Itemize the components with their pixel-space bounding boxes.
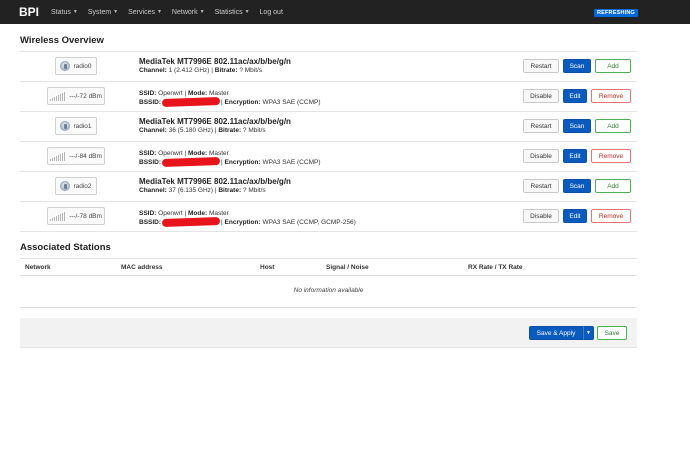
signal-bars-icon [50, 211, 66, 221]
scan-button[interactable]: Scan [563, 179, 591, 193]
radio-channel-line: Channel: 1 (2.412 GHz) | Bitrate: ? Mbit… [139, 67, 263, 74]
radio-row-radio0: radio0 MediaTek MT7996E 802.11ac/ax/b/be… [20, 52, 637, 82]
network-info: SSID: Openwrt | Mode: Master BSSID: | Enc… [139, 149, 321, 168]
add-button[interactable]: Add [595, 119, 631, 133]
wifi-radio-icon [60, 61, 71, 71]
bssid-line: BSSID: | Encryption: WPA3 SAE (CCMP, GCMP… [139, 217, 356, 228]
edit-button[interactable]: Edit [563, 89, 587, 103]
radio-model: MediaTek MT7996E 802.11ac/ax/b/be/g/n [139, 177, 291, 186]
signal-bars-icon [50, 151, 66, 161]
chevron-down-icon: ▼ [113, 9, 119, 15]
signal-badge: ---/-72 dBm [47, 87, 105, 105]
refreshing-badge[interactable]: REFRESHING [593, 9, 638, 17]
save-button[interactable]: Save [597, 326, 627, 340]
network-actions: Disable Edit Remove [519, 209, 631, 223]
network-row-radio1: ---/-84 dBm SSID: Openwrt | Mode: Master… [20, 142, 637, 172]
col-rx-tx-rate: RX Rate / TX Rate [468, 264, 523, 271]
save-apply-split-button: Save & Apply ▼ [529, 326, 594, 340]
signal-bars-icon [50, 91, 66, 101]
disable-button[interactable]: Disable [523, 89, 559, 103]
add-button[interactable]: Add [595, 59, 631, 73]
scan-button[interactable]: Scan [563, 59, 591, 73]
network-actions: Disable Edit Remove [519, 89, 631, 103]
remove-button[interactable]: Remove [591, 89, 631, 103]
ssid-line: SSID: Openwrt | Mode: Master [139, 150, 229, 157]
restart-button[interactable]: Restart [523, 179, 559, 193]
radio-actions: Restart Scan Add [519, 59, 631, 73]
top-navbar: BPI Status ▼ System ▼ Services ▼ Network ▼ S… [0, 0, 690, 24]
brand-logo[interactable]: BPI [19, 5, 39, 19]
chevron-down-icon: ▼ [156, 9, 162, 15]
nav-logout[interactable]: Log out [260, 9, 283, 16]
network-actions: Disable Edit Remove [519, 149, 631, 163]
radio-info: MediaTek MT7996E 802.11ac/ax/b/be/g/n Ch… [139, 177, 291, 195]
signal-badge: ---/-78 dBm [47, 207, 105, 225]
remove-button[interactable]: Remove [591, 209, 631, 223]
bssid-line: BSSID: | Encryption: WPA3 SAE (CCMP) [139, 157, 321, 168]
caret-down-icon[interactable]: ▼ [583, 326, 594, 340]
col-signal-noise: Signal / Noise [326, 264, 369, 271]
nav-services[interactable]: Services ▼ [128, 9, 162, 16]
associated-stations-table: Network MAC address Host Signal / Noise … [20, 258, 637, 308]
chevron-down-icon: ▼ [72, 9, 78, 15]
wireless-overview-title: Wireless Overview [20, 35, 104, 46]
radio-channel-line: Channel: 36 (5.180 GHz) | Bitrate: ? Mbi… [139, 127, 266, 134]
table-header: Network MAC address Host Signal / Noise … [20, 258, 637, 276]
remove-button[interactable]: Remove [591, 149, 631, 163]
col-mac-address: MAC address [121, 264, 163, 271]
radio-actions: Restart Scan Add [519, 179, 631, 193]
nav-network[interactable]: Network ▼ [172, 9, 205, 16]
network-info: SSID: Openwrt | Mode: Master BSSID: | Enc… [139, 89, 321, 108]
network-info: SSID: Openwrt | Mode: Master BSSID: | Enc… [139, 209, 356, 228]
empty-message: No information available [20, 276, 637, 308]
signal-badge: ---/-84 dBm [47, 147, 105, 165]
nav-statistics[interactable]: Statistics ▼ [215, 9, 250, 16]
radio-row-radio1: radio1 MediaTek MT7996E 802.11ac/ax/b/be… [20, 112, 637, 142]
radio-badge: radio0 [55, 57, 97, 75]
network-row-radio0: ---/-72 dBm SSID: Openwrt | Mode: Master… [20, 82, 637, 112]
wireless-overview-table: radio0 MediaTek MT7996E 802.11ac/ax/b/be… [20, 51, 637, 232]
radio-badge: radio1 [55, 117, 97, 135]
ssid-line: SSID: Openwrt | Mode: Master [139, 90, 229, 97]
redaction-mark [161, 217, 221, 228]
radio-actions: Restart Scan Add [519, 119, 631, 133]
page-actions: Save & Apply ▼ Save [20, 318, 637, 348]
bssid-line: BSSID: | Encryption: WPA3 SAE (CCMP) [139, 97, 321, 108]
add-button[interactable]: Add [595, 179, 631, 193]
radio-model: MediaTek MT7996E 802.11ac/ax/b/be/g/n [139, 117, 291, 126]
disable-button[interactable]: Disable [523, 209, 559, 223]
restart-button[interactable]: Restart [523, 59, 559, 73]
redaction-mark [161, 97, 221, 108]
associated-stations-title: Associated Stations [20, 242, 111, 253]
scan-button[interactable]: Scan [563, 119, 591, 133]
radio-info: MediaTek MT7996E 802.11ac/ax/b/be/g/n Ch… [139, 117, 291, 135]
edit-button[interactable]: Edit [563, 149, 587, 163]
nav-system[interactable]: System ▼ [88, 9, 118, 16]
network-row-radio2: ---/-78 dBm SSID: Openwrt | Mode: Master… [20, 202, 637, 232]
radio-info: MediaTek MT7996E 802.11ac/ax/b/be/g/n Ch… [139, 57, 291, 75]
radio-badge: radio2 [55, 177, 97, 195]
wifi-radio-icon [60, 181, 71, 191]
chevron-down-icon: ▼ [199, 9, 205, 15]
redaction-mark [161, 157, 221, 168]
restart-button[interactable]: Restart [523, 119, 559, 133]
ssid-line: SSID: Openwrt | Mode: Master [139, 210, 229, 217]
radio-model: MediaTek MT7996E 802.11ac/ax/b/be/g/n [139, 57, 291, 66]
wifi-radio-icon [60, 121, 71, 131]
edit-button[interactable]: Edit [563, 209, 587, 223]
col-network: Network [25, 264, 51, 271]
chevron-down-icon: ▼ [244, 9, 250, 15]
disable-button[interactable]: Disable [523, 149, 559, 163]
radio-row-radio2: radio2 MediaTek MT7996E 802.11ac/ax/b/be… [20, 172, 637, 202]
radio-channel-line: Channel: 37 (6.135 GHz) | Bitrate: ? Mbi… [139, 187, 266, 194]
col-host: Host [260, 264, 275, 271]
save-apply-button[interactable]: Save & Apply [529, 326, 583, 340]
nav-status[interactable]: Status ▼ [51, 9, 78, 16]
